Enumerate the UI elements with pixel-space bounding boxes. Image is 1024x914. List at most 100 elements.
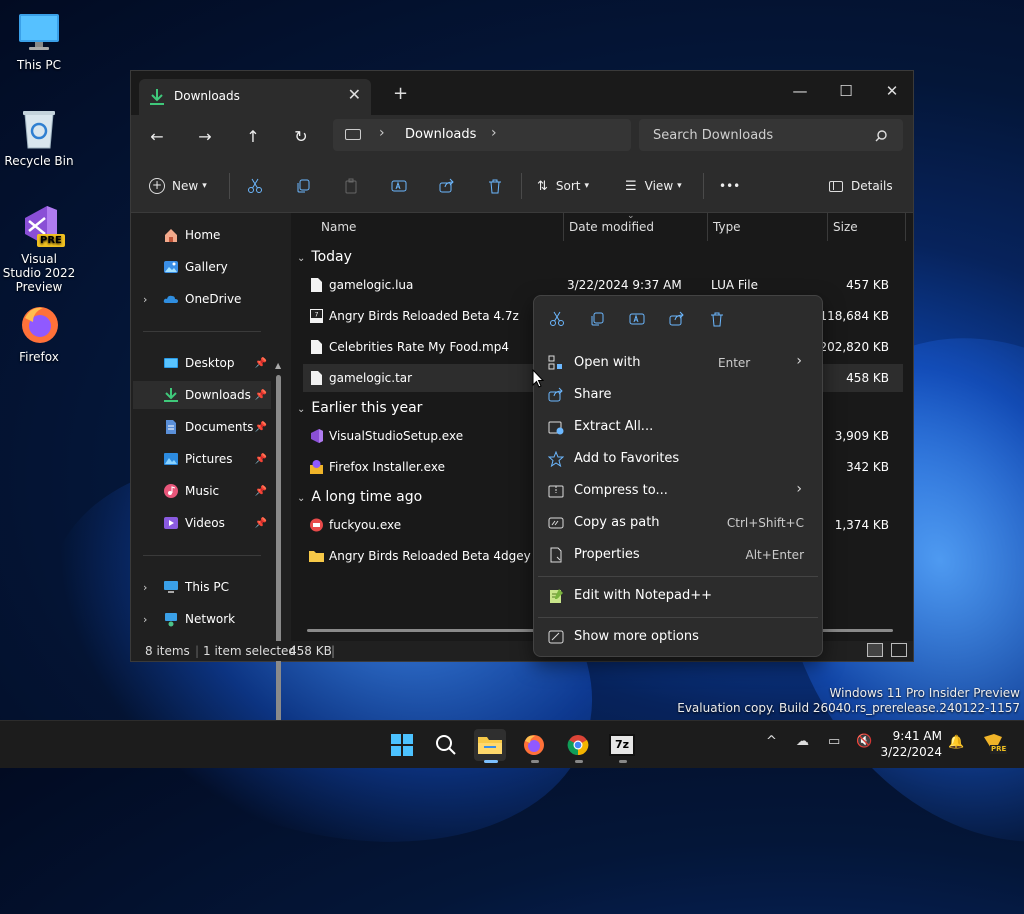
details-view-icon[interactable] (867, 643, 883, 657)
desktop-icon-firefox[interactable]: Firefox (1, 302, 77, 364)
maximize-button[interactable]: ☐ (823, 77, 869, 105)
forward-arrow-icon[interactable]: → (191, 123, 219, 151)
chevron-right-icon[interactable]: › (379, 125, 385, 141)
desktop-icon-visual-studio[interactable]: PRE Visual Studio 2022 Preview (1, 204, 77, 294)
chevron-down-icon: ⌄ (297, 493, 306, 504)
nav-item-desktop[interactable]: Desktop 📌 (133, 349, 271, 377)
taskbar-firefox[interactable] (518, 729, 550, 763)
share-icon[interactable] (666, 308, 688, 330)
tiles-view-icon[interactable] (891, 643, 907, 657)
nav-item-network[interactable]: › Network (133, 605, 271, 633)
insider-pre-icon[interactable]: PRE (982, 733, 1008, 755)
chevron-right-icon[interactable]: › (143, 613, 147, 626)
pin-icon[interactable]: 📌 (255, 358, 267, 369)
pin-icon[interactable]: 📌 (255, 518, 267, 529)
command-bar: + New ▾ ⇅ Sort ▾ ☰ View ▾ ••• Details (131, 159, 913, 213)
show-hidden-icons-chevron-icon[interactable]: ^ (766, 734, 777, 749)
column-divider[interactable] (905, 213, 906, 241)
running-indicator (619, 760, 627, 763)
nav-scrollbar[interactable]: ▲ ▼ (275, 361, 281, 771)
nav-item-music[interactable]: Music 📌 (133, 477, 271, 505)
menu-item-compress-to[interactable]: Compress to... › (538, 476, 818, 506)
copy-button[interactable] (295, 171, 311, 201)
file-icon (309, 277, 324, 293)
trash-icon[interactable] (706, 308, 728, 330)
column-header-size[interactable]: Size (833, 213, 858, 241)
column-divider[interactable] (707, 213, 708, 241)
menu-item-open-with[interactable]: Open with Enter › (538, 348, 818, 378)
group-header-earlier[interactable]: ⌄ Earlier this year (297, 400, 422, 416)
group-header-long-ago[interactable]: ⌄ A long time ago (297, 489, 422, 505)
nav-item-downloads[interactable]: Downloads 📌 (133, 381, 271, 409)
details-button[interactable]: Details (829, 171, 893, 201)
onedrive-offline-icon[interactable]: ☁ (796, 734, 809, 749)
compress-icon (548, 483, 564, 499)
new-tab-button[interactable]: + (393, 83, 408, 104)
pin-icon[interactable]: 📌 (255, 486, 267, 497)
nav-item-this-pc[interactable]: › This PC (133, 573, 271, 601)
paste-button[interactable] (343, 171, 359, 201)
network-icon (163, 611, 179, 627)
chevron-right-icon[interactable]: › (491, 125, 497, 141)
chevron-right-icon[interactable]: › (143, 581, 147, 594)
cut-icon[interactable] (546, 308, 568, 330)
pin-icon[interactable]: 📌 (255, 390, 267, 401)
menu-item-edit-with-notepad[interactable]: Edit with Notepad++ (538, 581, 818, 611)
group-header-today[interactable]: ⌄ Today (297, 249, 352, 265)
nav-item-documents[interactable]: Documents 📌 (133, 413, 271, 441)
rename-button[interactable] (391, 171, 407, 201)
close-button[interactable]: ✕ (869, 77, 915, 105)
nav-item-onedrive[interactable]: › OneDrive (133, 285, 271, 313)
column-header-name[interactable]: Name (321, 213, 356, 241)
taskbar-file-explorer[interactable] (474, 729, 506, 763)
close-tab-icon[interactable]: ✕ (348, 85, 361, 104)
system-clock[interactable]: 9:41 AM 3/22/2024 (866, 728, 942, 760)
minimize-button[interactable]: — (777, 77, 823, 105)
breadcrumb[interactable]: Downloads (405, 127, 476, 142)
chevron-right-icon[interactable]: › (143, 293, 147, 306)
column-header-date[interactable]: Date modified (569, 213, 654, 241)
cut-button[interactable] (247, 171, 263, 201)
more-options-icon[interactable]: ••• (719, 171, 740, 201)
nav-item-home[interactable]: Home (133, 221, 271, 249)
pin-icon[interactable]: 📌 (255, 454, 267, 465)
up-arrow-icon[interactable]: ↑ (239, 123, 267, 151)
menu-item-show-more-options[interactable]: Show more options (538, 622, 818, 652)
desktop-icon-recycle-bin[interactable]: Recycle Bin (1, 106, 77, 168)
view-button[interactable]: ☰ View ▾ (625, 171, 682, 201)
new-button[interactable]: + New ▾ (149, 171, 207, 201)
column-divider[interactable] (563, 213, 564, 241)
delete-button[interactable] (487, 171, 503, 201)
search-icon (875, 127, 887, 142)
taskbar-chrome[interactable] (562, 729, 594, 763)
navigation-pane: Home Gallery › OneDrive Desktop 📌 Downlo… (131, 213, 289, 768)
nav-item-videos[interactable]: Videos 📌 (133, 509, 271, 537)
share-button[interactable] (439, 171, 455, 201)
refresh-icon[interactable]: ↻ (287, 123, 315, 151)
menu-item-extract-all[interactable]: Extract All... (538, 412, 818, 442)
menu-item-share[interactable]: Share (538, 380, 818, 410)
start-button[interactable] (386, 729, 418, 761)
notification-bell-icon[interactable]: 🔔 (948, 735, 964, 750)
sort-button[interactable]: ⇅ Sort ▾ (537, 171, 589, 201)
search-input[interactable] (639, 119, 903, 151)
pin-icon[interactable]: 📌 (255, 422, 267, 433)
address-bar[interactable]: › Downloads › (333, 119, 631, 151)
column-header-type[interactable]: Type (713, 213, 741, 241)
rename-icon[interactable] (626, 308, 648, 330)
search-button[interactable] (430, 729, 462, 761)
taskbar-7zip[interactable]: 7z (606, 729, 638, 763)
copy-icon (297, 179, 310, 193)
desktop-icon-label: Firefox (19, 350, 59, 364)
back-arrow-icon[interactable]: ← (143, 123, 171, 151)
desktop-icon-this-pc[interactable]: This PC (1, 10, 77, 72)
column-divider[interactable] (827, 213, 828, 241)
nav-item-pictures[interactable]: Pictures 📌 (133, 445, 271, 473)
network-status-icon[interactable]: ▭ (828, 734, 840, 749)
menu-item-properties[interactable]: Properties Alt+Enter (538, 540, 818, 570)
tab-downloads[interactable]: Downloads ✕ (139, 79, 371, 115)
copy-icon[interactable] (586, 308, 608, 330)
nav-item-gallery[interactable]: Gallery (133, 253, 271, 281)
menu-item-add-to-favorites[interactable]: Add to Favorites (538, 444, 818, 474)
menu-item-copy-as-path[interactable]: Copy as path Ctrl+Shift+C (538, 508, 818, 538)
